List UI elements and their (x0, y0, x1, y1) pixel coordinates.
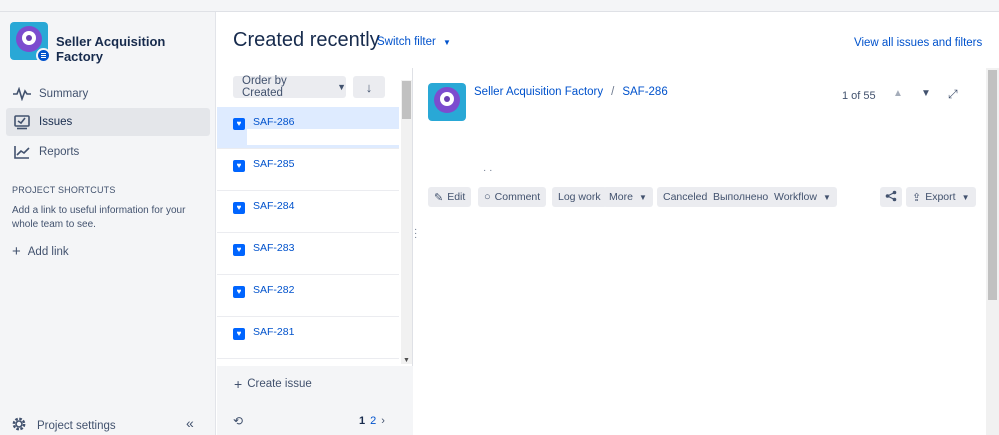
list-item[interactable]: ♥ SAF-281 (217, 317, 399, 359)
chevron-down-icon: ▼ (443, 38, 451, 47)
panel-resize-handle[interactable]: · · · (414, 225, 417, 243)
sidebar-item-issues[interactable]: Issues (6, 108, 210, 136)
next-issue-icon[interactable]: ▼ (921, 88, 931, 99)
issue-list: ♥ SAF-286 ♥ SAF-285 ♥ SAF-284 ♥ SAF-283 … (217, 107, 399, 359)
export-dropdown[interactable]: ⇪ Export ▼ (906, 187, 976, 207)
breadcrumb-project[interactable]: Seller Acquisition Factory (474, 86, 603, 98)
project-avatar[interactable] (10, 22, 51, 63)
export-icon: ⇪ (912, 191, 922, 204)
chevron-down-icon: ▼ (822, 192, 831, 202)
issue-counter: 1 of 55 (842, 90, 876, 102)
list-item[interactable]: ♥ SAF-284 (217, 191, 399, 233)
create-issue-button[interactable]: + Create issue (234, 376, 312, 392)
feedback-type-icon: ♥ (233, 244, 245, 256)
loading-placeholder: · · (483, 165, 493, 176)
issue-key[interactable]: SAF-283 (253, 242, 294, 254)
share-button[interactable] (880, 187, 902, 207)
sort-direction-button[interactable]: ↓ (353, 76, 385, 98)
list-item[interactable]: ♥ SAF-282 (217, 275, 399, 317)
sidebar-item-summary[interactable]: Summary (6, 80, 210, 108)
feedback-type-icon: ♥ (233, 202, 245, 214)
issue-list-panel: Order by Created ▼ ↓ ♥ SAF-286 ♥ SAF-285… (217, 68, 413, 435)
page-scrollbar[interactable] (986, 68, 999, 435)
feedback-type-icon: ♥ (233, 160, 245, 172)
more-dropdown[interactable]: More ▼ (603, 187, 653, 207)
shortcuts-description: Add a link to useful information for you… (12, 205, 186, 230)
page-title: Created recently (233, 29, 380, 51)
project-name[interactable]: Seller Acquisition Factory (56, 34, 215, 64)
issue-key[interactable]: SAF-285 (253, 158, 294, 170)
gear-icon (10, 415, 28, 435)
list-item[interactable]: ♥ SAF-283 (217, 233, 399, 275)
order-by-dropdown[interactable]: Order by Created ▼ (233, 75, 346, 99)
comment-icon: ○ (484, 191, 491, 203)
scroll-down-arrow-icon[interactable]: ▼ (401, 357, 412, 364)
issue-key[interactable]: SAF-282 (253, 284, 294, 296)
sidebar-item-label: Reports (39, 146, 80, 158)
page-current: 1 (359, 415, 366, 427)
pencil-icon: ✎ (434, 191, 444, 204)
breadcrumb: Seller Acquisition Factory / SAF-286 (474, 86, 668, 98)
chevron-down-icon: ▼ (638, 192, 647, 202)
list-badge-icon (36, 48, 51, 63)
top-bar (0, 0, 999, 12)
sidebar-item-label: Issues (39, 116, 73, 128)
issue-project-avatar (428, 83, 466, 121)
issue-list-scrollbar[interactable]: ▼ (401, 80, 412, 364)
chart-line-icon (12, 142, 32, 162)
log-work-button[interactable]: Log work (552, 187, 607, 207)
sidebar-item-label: Summary (39, 88, 89, 100)
issue-key[interactable]: SAF-286 (253, 116, 294, 128)
chevron-down-icon: ▼ (337, 82, 346, 92)
page-link[interactable]: 2 (370, 415, 376, 427)
list-item[interactable]: ♥ SAF-285 (217, 149, 399, 191)
issues-icon (12, 112, 32, 132)
chevron-down-icon: ▼ (961, 192, 970, 202)
edit-button[interactable]: ✎ Edit (428, 187, 472, 207)
pagination: 1 2 › (359, 415, 385, 427)
expand-icon[interactable]: ⤢ (948, 87, 958, 102)
previous-issue-icon[interactable]: ▲ (893, 88, 903, 99)
done-transition-button[interactable]: Выполнено (707, 187, 775, 207)
issue-list-footer: + Create issue ⟲ 1 2 › (217, 366, 413, 435)
share-icon (885, 190, 897, 205)
project-settings-link[interactable]: Project settings (10, 415, 116, 435)
add-link-button[interactable]: + Add link (12, 243, 69, 260)
collapse-sidebar-icon[interactable]: « (186, 415, 194, 431)
issue-key[interactable]: SAF-284 (253, 200, 294, 212)
feedback-type-icon: ♥ (233, 118, 245, 130)
plus-icon: + (12, 243, 21, 260)
feedback-type-icon: ♥ (233, 328, 245, 340)
comment-button[interactable]: ○ Comment (478, 187, 547, 207)
workflow-dropdown[interactable]: Workflow ▼ (768, 187, 837, 207)
view-all-issues-link[interactable]: View all issues and filters (854, 37, 982, 49)
project-sidebar: Seller Acquisition Factory Summary Issue… (0, 12, 216, 435)
issue-key[interactable]: SAF-281 (253, 326, 294, 338)
next-page-icon[interactable]: › (381, 415, 385, 427)
plus-icon: + (234, 376, 243, 392)
switch-filter-button[interactable]: Switch filter ▼ (377, 36, 451, 48)
breadcrumb-issue[interactable]: SAF-286 (622, 86, 667, 98)
refresh-icon[interactable]: ⟲ (233, 414, 243, 428)
sidebar-item-reports[interactable]: Reports (6, 138, 210, 166)
list-item[interactable]: ♥ SAF-286 (217, 107, 399, 149)
pulse-icon (12, 84, 32, 104)
shortcuts-title: PROJECT SHORTCUTS (12, 185, 116, 195)
canceled-transition-button[interactable]: Canceled (657, 187, 714, 207)
arrow-down-icon: ↓ (365, 79, 373, 95)
scrollbar-thumb[interactable] (402, 81, 411, 119)
scrollbar-thumb[interactable] (988, 70, 997, 300)
feedback-type-icon: ♥ (233, 286, 245, 298)
